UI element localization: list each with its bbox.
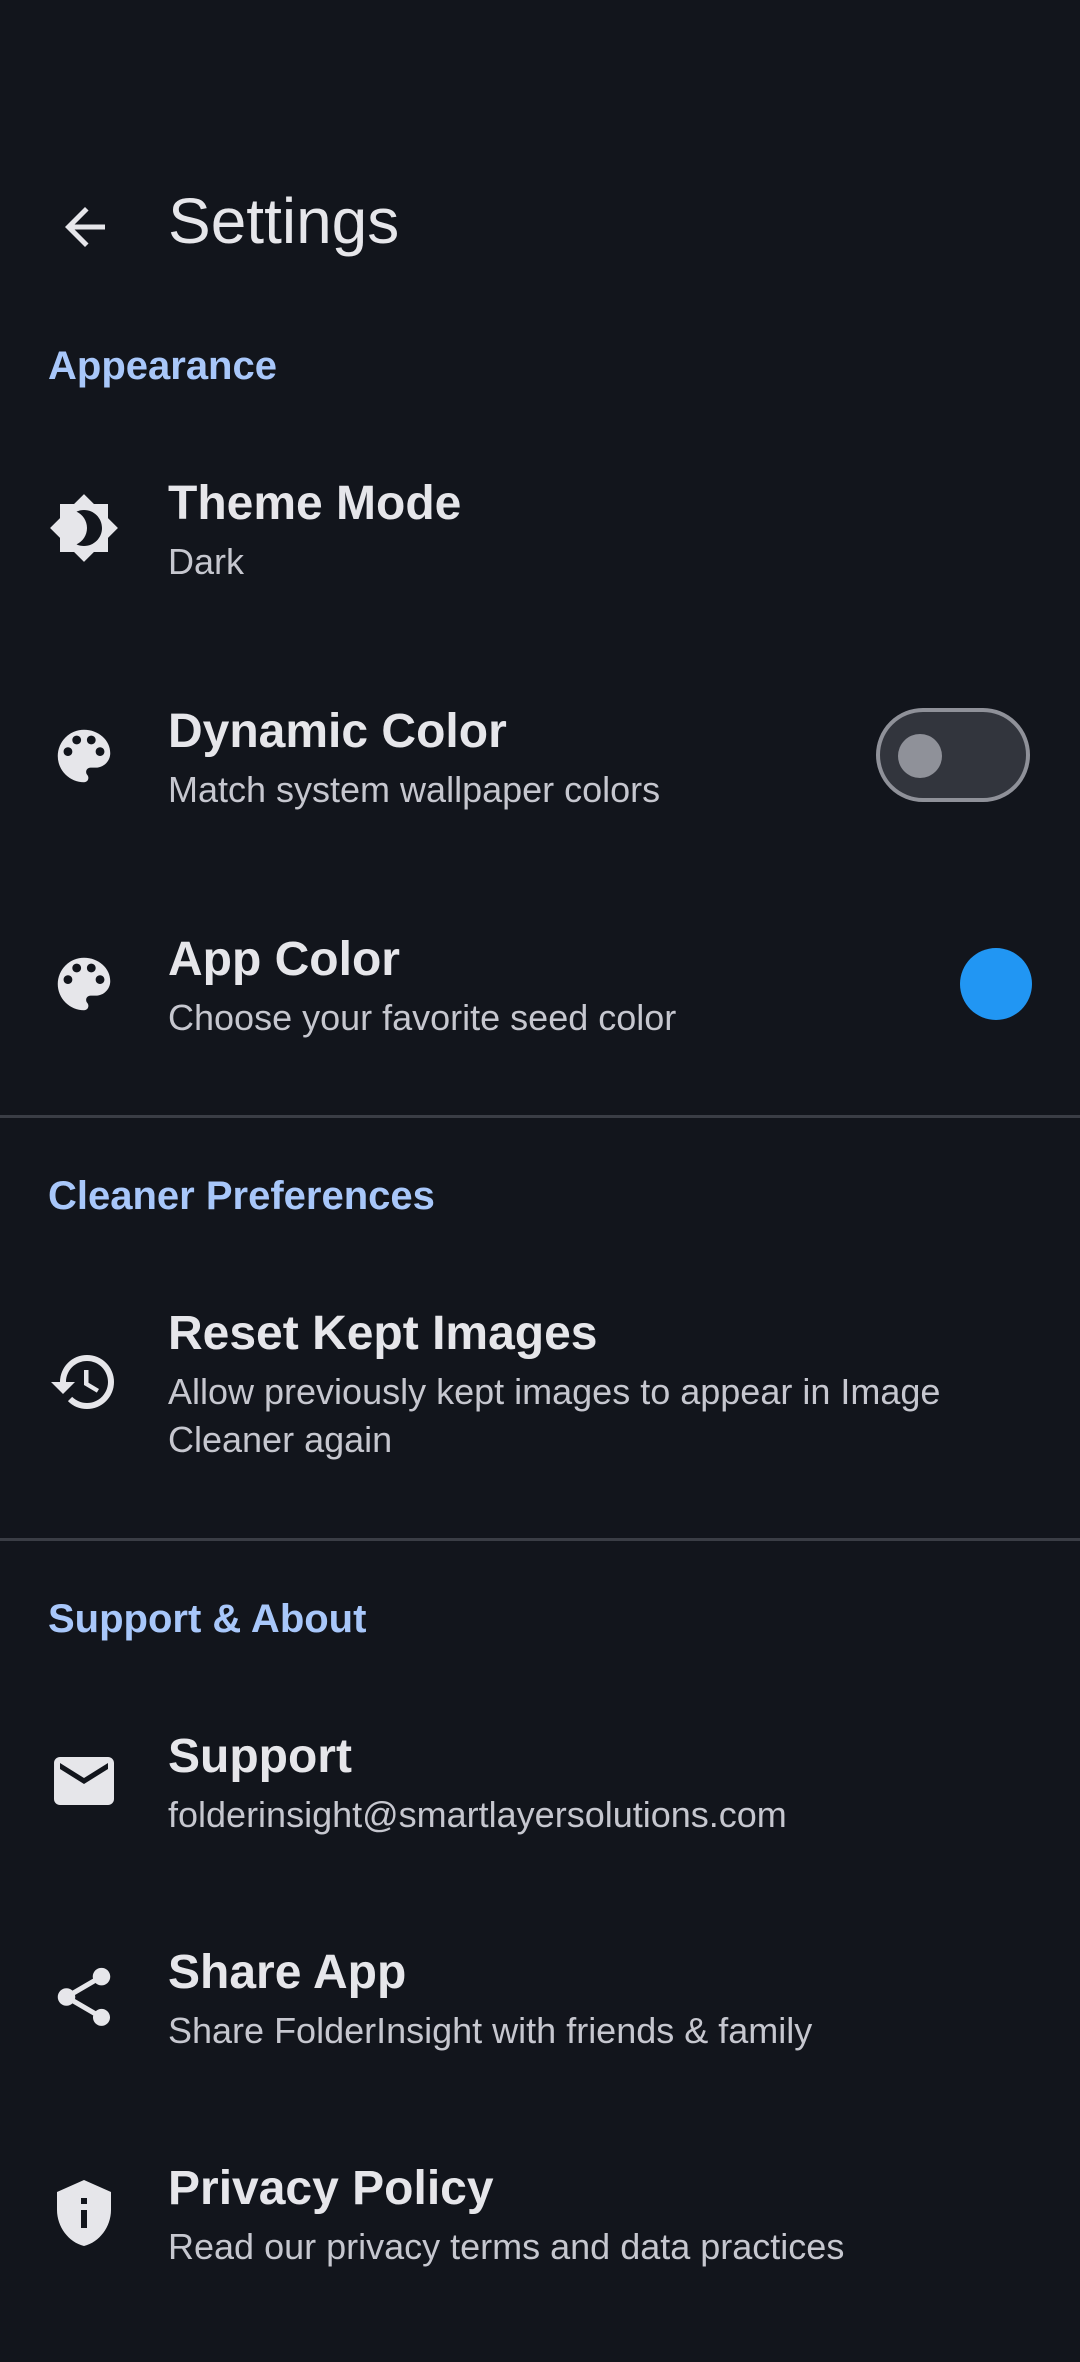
support-email: folderinsight@smartlayersolutions.com (168, 1794, 787, 1835)
theme-mode-title: Theme Mode (168, 477, 462, 530)
share-icon (44, 1957, 124, 2037)
section-header-support-about: Support & About (48, 1597, 367, 1641)
reset-kept-images-item[interactable]: Reset Kept Images Allow previously kept … (0, 1270, 1080, 1510)
theme-mode-item[interactable]: Theme Mode Dark (0, 440, 1080, 620)
share-app-item[interactable]: Share App Share FolderInsight with frien… (0, 1909, 1080, 2089)
dynamic-color-item[interactable]: Dynamic Color Match system wallpaper col… (0, 668, 1080, 848)
divider (0, 1115, 1080, 1118)
divider (0, 1538, 1080, 1541)
privacy-policy-item[interactable]: Privacy Policy Read our privacy terms an… (0, 2125, 1080, 2305)
palette-icon (44, 944, 124, 1024)
app-color-swatch[interactable] (960, 948, 1032, 1020)
app-color-item[interactable]: App Color Choose your favorite seed colo… (0, 896, 1080, 1076)
reset-kept-images-subtitle: Allow previously kept images to appear i… (168, 1371, 941, 1460)
back-button[interactable] (40, 182, 130, 272)
top-app-bar: Settings (0, 150, 1080, 280)
arrow-back-icon (65, 207, 105, 247)
section-header-cleaner: Cleaner Preferences (48, 1174, 435, 1218)
app-color-subtitle: Choose your favorite seed color (168, 997, 677, 1038)
privacy-policy-title: Privacy Policy (168, 2162, 494, 2215)
switch-thumb (898, 734, 942, 778)
reset-kept-images-title: Reset Kept Images (168, 1307, 598, 1360)
dynamic-color-title: Dynamic Color (168, 705, 507, 758)
palette-icon (44, 716, 124, 796)
support-item[interactable]: Support folderinsight@smartlayersolution… (0, 1693, 1080, 1873)
privacy-shield-icon (44, 2173, 124, 2253)
theme-mode-value: Dark (168, 541, 245, 582)
email-icon (44, 1741, 124, 1821)
support-title: Support (168, 1730, 352, 1783)
page-title: Settings (168, 185, 400, 257)
share-app-title: Share App (168, 1946, 407, 1999)
privacy-policy-subtitle: Read our privacy terms and data practice… (168, 2226, 845, 2267)
brightness-icon (44, 488, 124, 568)
dynamic-color-switch[interactable] (876, 708, 1030, 802)
share-app-subtitle: Share FolderInsight with friends & famil… (168, 2010, 813, 2051)
history-icon (44, 1342, 124, 1422)
app-color-title: App Color (168, 933, 400, 986)
section-header-appearance: Appearance (48, 344, 277, 388)
